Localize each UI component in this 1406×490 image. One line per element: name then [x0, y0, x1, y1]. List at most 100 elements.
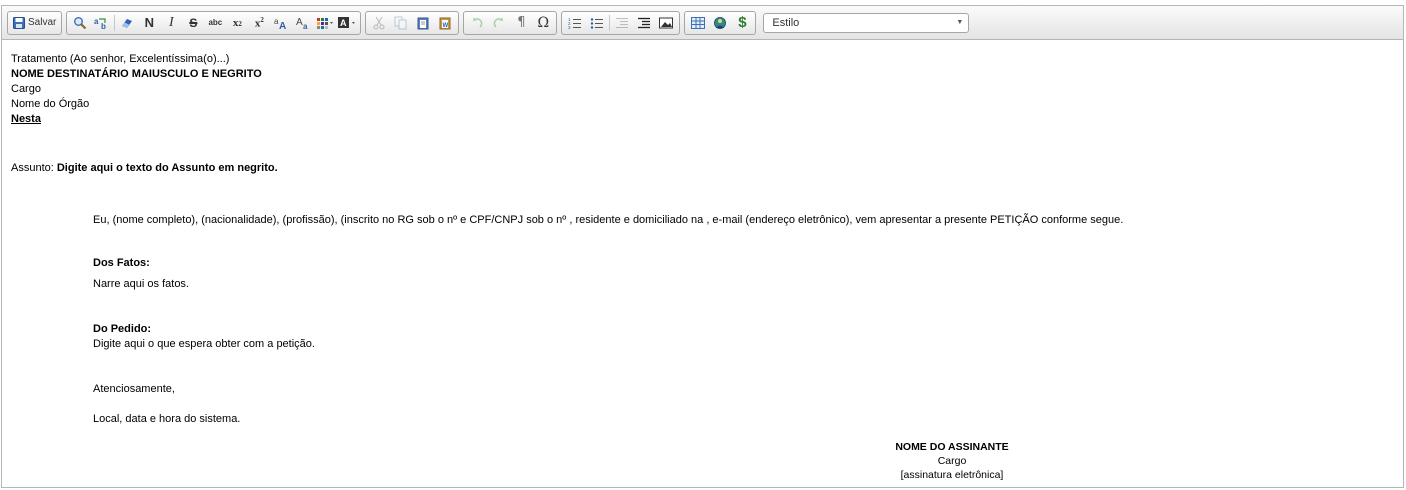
table-color-button[interactable]: [314, 13, 336, 33]
toolbar-group-clipboard: W: [365, 10, 460, 35]
signature-note: [assinatura eletrônica]: [900, 469, 1004, 481]
subject-text: Digite aqui o texto do Assunto em negrit…: [56, 162, 278, 174]
paste-icon: [417, 17, 429, 29]
organ-line: Nome do Órgão: [11, 98, 90, 110]
superscript-icon: x2: [254, 15, 264, 30]
toolbar-group-lists: 1 2 3: [561, 10, 681, 35]
paragraph-mark-button[interactable]: ¶: [510, 13, 532, 33]
svg-text:a: a: [303, 22, 308, 30]
text-color-icon: A: [338, 16, 356, 28]
request-text: Digite aqui o que espera obter com a pet…: [93, 338, 315, 350]
bulleted-list-button[interactable]: [586, 13, 608, 33]
text-color-button[interactable]: A: [336, 13, 358, 33]
paste-word-button[interactable]: W: [434, 13, 456, 33]
save-button[interactable]: Salvar: [10, 13, 59, 33]
svg-text:a: a: [94, 17, 99, 26]
svg-text:3: 3: [568, 25, 571, 30]
recipient-line: NOME DESTINATÁRIO MAIUSCULO E NEGRITO: [11, 68, 262, 80]
svg-text:A: A: [296, 17, 303, 28]
place-date-line: Local, data e hora do sistema.: [93, 413, 241, 425]
save-button-label: Salvar: [28, 17, 57, 28]
special-char-button[interactable]: Ω: [532, 13, 554, 33]
color-grid-icon: [317, 17, 334, 29]
globe-user-icon: [714, 16, 727, 29]
rich-text-editor: Salvar a b N I S abc x2 x2 a A A a A W ¶…: [1, 5, 1404, 488]
undo-icon: [473, 17, 483, 28]
facts-text: Narre aqui os fatos.: [93, 278, 189, 290]
omega-icon: Ω: [537, 14, 550, 31]
bold-icon: N: [144, 15, 155, 30]
redo-icon: [494, 17, 504, 28]
facts-heading: Dos Fatos:: [93, 257, 150, 269]
cut-button[interactable]: [368, 13, 390, 33]
font-size-decrease-icon: a A: [274, 17, 286, 30]
toolbar-group-edit: ¶ Ω: [463, 10, 558, 35]
signer-position: Cargo: [937, 455, 967, 467]
numbered-list-button[interactable]: 1 2 3: [564, 13, 586, 33]
currency-button[interactable]: $: [731, 13, 753, 33]
cut-icon: [373, 16, 385, 29]
style-dropdown-value: Estilo: [772, 16, 800, 29]
position-line: Cargo: [11, 83, 41, 95]
pilcrow-icon: ¶: [517, 15, 526, 30]
sign-button[interactable]: [709, 13, 731, 33]
replace-icon: a b: [94, 17, 106, 30]
italic-icon: I: [169, 14, 174, 30]
chevron-down-icon: ▼: [956, 19, 964, 26]
indent-icon: [638, 17, 651, 28]
toolbar-group-save: Salvar: [7, 10, 63, 35]
image-icon: [659, 17, 674, 28]
intro-paragraph: Eu, (nome completo), (nacionalidade), (p…: [93, 214, 1124, 226]
paste-button[interactable]: [412, 13, 434, 33]
floppy-icon: [13, 16, 25, 29]
font-size-decrease-button[interactable]: a A: [270, 13, 292, 33]
svg-text:A: A: [340, 18, 347, 28]
toolbar-separator: [609, 14, 611, 31]
copy-button[interactable]: [390, 13, 412, 33]
editor-toolbar: Salvar a b N I S abc x2 x2 a A A a A W ¶…: [2, 6, 1403, 40]
small-text-button[interactable]: abc: [204, 13, 226, 33]
strike-button[interactable]: S: [182, 13, 204, 33]
remove-format-button[interactable]: [116, 13, 138, 33]
strike-icon: S: [189, 15, 198, 30]
find-icon: [74, 16, 87, 29]
toolbar-group-format: a b N I S abc x2 x2 a A A a A: [66, 10, 362, 35]
numbered-list-icon: 1 2 3: [568, 17, 582, 30]
copy-icon: [394, 16, 407, 29]
paste-from-word-icon: W: [439, 17, 451, 29]
subscript-button[interactable]: x2: [226, 13, 248, 33]
signer-name: NOME DO ASSINANTE: [895, 441, 1009, 453]
outdent-button[interactable]: [611, 13, 633, 33]
style-dropdown[interactable]: Estilo ▼: [763, 12, 970, 33]
city-line: Nesta: [11, 113, 41, 125]
replace-button[interactable]: a b: [91, 13, 113, 33]
subject-line: Assunto: Digite aqui o texto do Assunto …: [11, 161, 278, 176]
dollar-icon: $: [738, 14, 747, 31]
redo-button[interactable]: [488, 13, 510, 33]
indent-button[interactable]: [633, 13, 655, 33]
request-heading: Do Pedido:: [93, 323, 152, 335]
toolbar-group-insert: $: [684, 10, 757, 35]
toolbar-separator: [114, 14, 116, 31]
small-text-icon: abc: [208, 18, 223, 27]
bulleted-list-icon: [591, 17, 604, 29]
subject-label: Assunto:: [11, 162, 57, 174]
image-button[interactable]: [655, 13, 677, 33]
find-button[interactable]: [69, 13, 91, 33]
italic-button[interactable]: I: [160, 13, 182, 33]
svg-text:W: W: [443, 23, 449, 29]
table-icon: [691, 16, 706, 29]
bold-button[interactable]: N: [138, 13, 160, 33]
outdent-icon: [616, 17, 629, 28]
closing-line: Atenciosamente,: [93, 383, 175, 395]
svg-text:A: A: [279, 21, 286, 30]
eraser-icon: [122, 18, 133, 28]
table-button[interactable]: [687, 13, 709, 33]
document-body[interactable]: Tratamento (Ao senhor, Excelentíssima(o)…: [11, 52, 1391, 481]
svg-text:b: b: [101, 22, 106, 30]
undo-button[interactable]: [466, 13, 488, 33]
subscript-icon: x2: [232, 16, 242, 29]
superscript-button[interactable]: x2: [248, 13, 270, 33]
font-size-increase-button[interactable]: A a: [292, 13, 314, 33]
treatment-line: Tratamento (Ao senhor, Excelentíssima(o)…: [11, 53, 230, 65]
